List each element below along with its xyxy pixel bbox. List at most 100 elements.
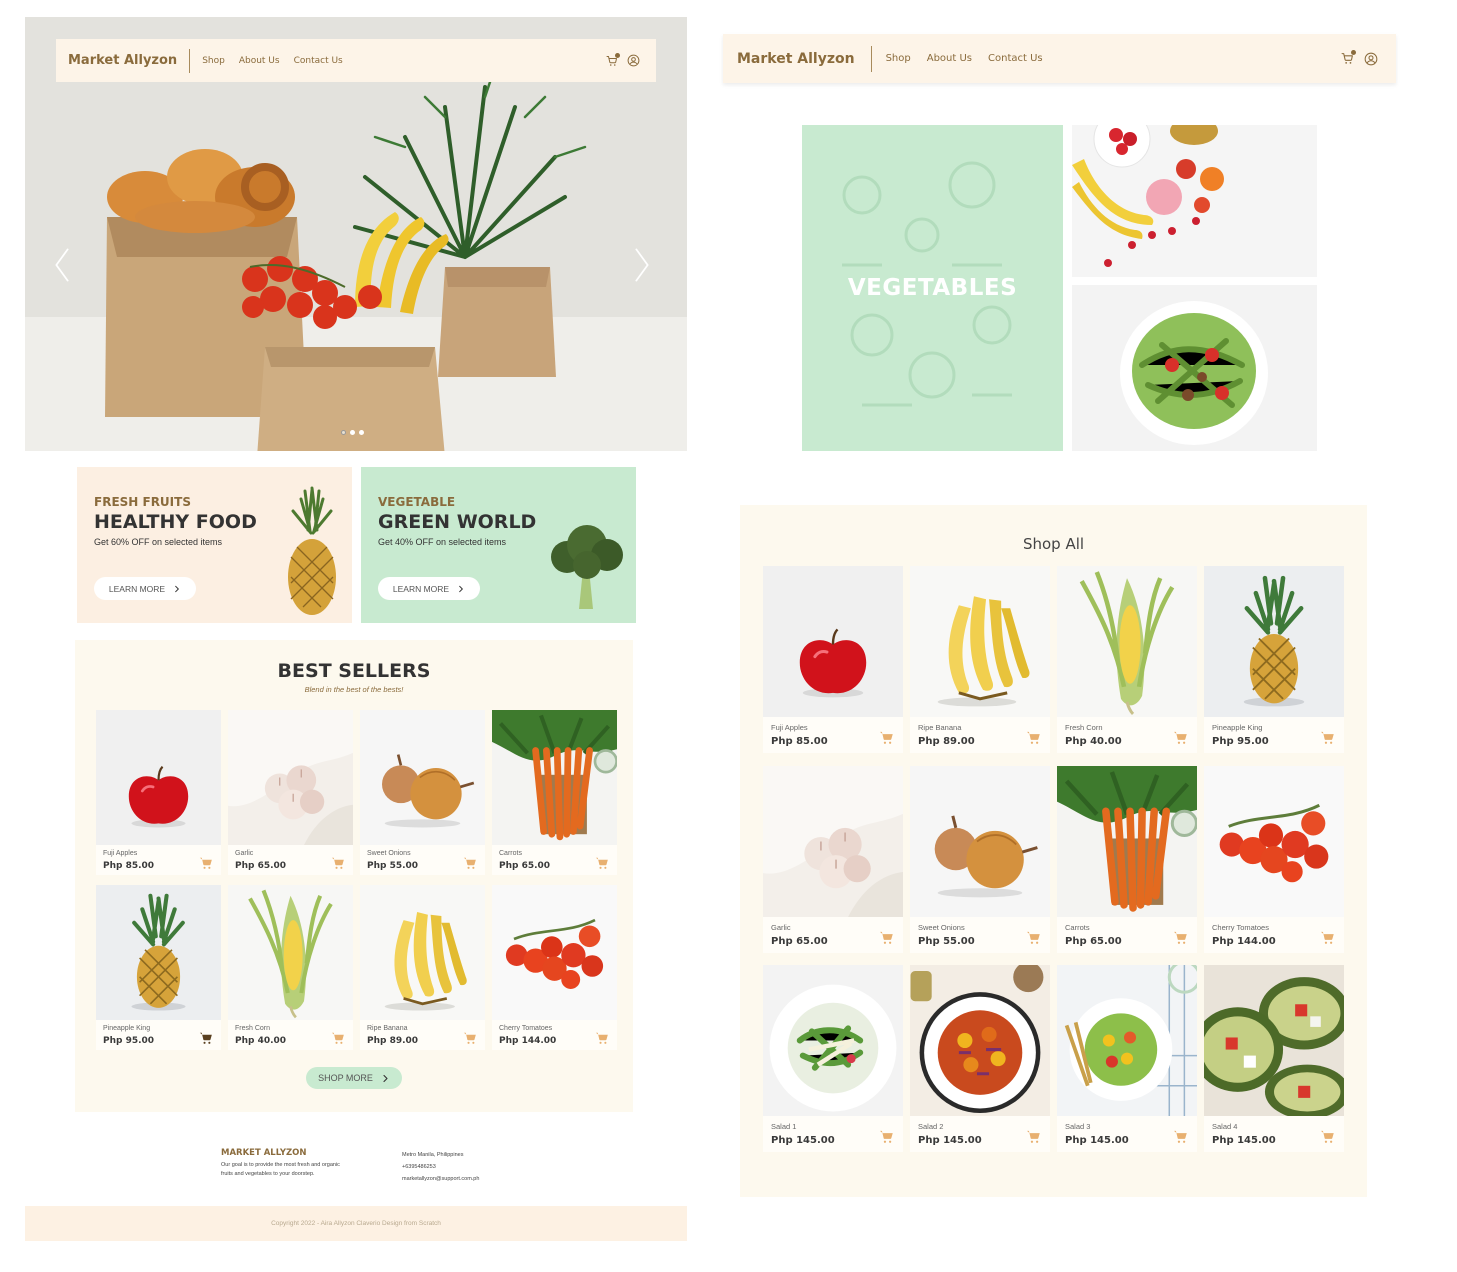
cart-badge: [615, 52, 620, 58]
product-name: Salad 3: [1065, 1122, 1091, 1131]
product-card[interactable]: Salad 3 Php 145.00: [1057, 965, 1197, 1152]
add-to-cart-button[interactable]: [199, 856, 213, 870]
product-name: Cherry Tomatoes: [499, 1025, 553, 1032]
product-image-carrots: [492, 710, 617, 845]
add-to-cart-button[interactable]: [1320, 1129, 1335, 1144]
product-card[interactable]: Ripe Banana Php 89.00: [360, 885, 485, 1050]
product-card[interactable]: Cherry Tomatoes Php 144.00: [492, 885, 617, 1050]
product-card[interactable]: Salad 2 Php 145.00: [910, 965, 1050, 1152]
product-image-apple: [96, 710, 221, 845]
nav-icons: [606, 52, 640, 67]
learn-more-button[interactable]: LEARN MORE: [94, 577, 196, 600]
product-price: Php 65.00: [771, 936, 828, 947]
product-name: Fuji Apples: [771, 723, 808, 732]
nav-link-contact[interactable]: Contact Us: [294, 56, 343, 66]
promo-subtitle: Get 40% OFF on selected items: [378, 537, 507, 547]
product-name: Carrots: [1065, 923, 1090, 932]
footer-email[interactable]: marketallyzon@support.com.ph: [402, 1176, 479, 1182]
product-name: Fresh Corn: [235, 1025, 271, 1032]
cart-icon: [879, 730, 894, 745]
footer-brand: MARKET ALLYZON: [221, 1148, 307, 1158]
product-card[interactable]: Pineapple King Php 95.00: [1204, 566, 1344, 753]
product-card[interactable]: Ripe Banana Php 89.00: [910, 566, 1050, 753]
product-card[interactable]: Fuji Apples Php 85.00: [96, 710, 221, 875]
product-card[interactable]: Sweet Onions Php 55.00: [910, 766, 1050, 953]
nav-link-about[interactable]: About Us: [239, 56, 280, 66]
product-image-salad-3: [1057, 965, 1197, 1116]
product-card[interactable]: Salad 1 Php 145.00: [763, 965, 903, 1152]
product-name: Ripe Banana: [918, 723, 962, 732]
user-circle-icon[interactable]: [1364, 52, 1378, 66]
carousel-next-button[interactable]: [633, 248, 651, 286]
hero-image: [25, 17, 687, 451]
product-price: Php 145.00: [771, 1135, 835, 1146]
add-to-cart-button[interactable]: [595, 856, 609, 870]
product-card[interactable]: Fresh Corn Php 40.00: [228, 885, 353, 1050]
add-to-cart-button[interactable]: [1320, 930, 1335, 945]
chevron-left-icon: [53, 248, 71, 282]
add-to-cart-button[interactable]: [879, 930, 894, 945]
cart-button[interactable]: [1341, 50, 1356, 65]
nav-link-shop[interactable]: Shop: [886, 53, 911, 64]
brand-logo[interactable]: Market Allyzon: [737, 51, 855, 67]
add-to-cart-button[interactable]: [1026, 1129, 1041, 1144]
add-to-cart-button[interactable]: [1320, 730, 1335, 745]
product-card[interactable]: Pineapple King Php 95.00: [96, 885, 221, 1050]
product-name: Carrots: [499, 850, 522, 857]
add-to-cart-button[interactable]: [879, 730, 894, 745]
footer-phone[interactable]: +6395486253: [402, 1164, 436, 1170]
cart-icon: [1320, 1129, 1335, 1144]
add-to-cart-button[interactable]: [1173, 930, 1188, 945]
product-card[interactable]: Fresh Corn Php 40.00: [1057, 566, 1197, 753]
carousel-dot-3[interactable]: [359, 430, 364, 435]
add-to-cart-button[interactable]: [1173, 730, 1188, 745]
carousel-dot-1[interactable]: [341, 430, 346, 435]
product-card[interactable]: Fuji Apples Php 85.00: [763, 566, 903, 753]
product-image-apple: [763, 566, 903, 717]
product-name: Pineapple King: [103, 1025, 151, 1032]
cart-icon: [1026, 1129, 1041, 1144]
product-price: Php 40.00: [1065, 736, 1122, 747]
carousel-prev-button[interactable]: [53, 248, 71, 286]
add-to-cart-button[interactable]: [1026, 930, 1041, 945]
product-card[interactable]: Carrots Php 65.00: [1057, 766, 1197, 953]
add-to-cart-button[interactable]: [331, 1031, 345, 1045]
product-name: Cherry Tomatoes: [1212, 923, 1269, 932]
cart-button[interactable]: [606, 52, 620, 67]
product-name: Pineapple King: [1212, 723, 1263, 732]
promo-headline: GREEN WORLD: [378, 511, 537, 533]
learn-more-button[interactable]: LEARN MORE: [378, 577, 480, 600]
add-to-cart-button[interactable]: [1173, 1129, 1188, 1144]
product-price: Php 89.00: [367, 1036, 419, 1046]
shop-more-button[interactable]: SHOP MORE: [306, 1067, 402, 1089]
add-to-cart-button[interactable]: [879, 1129, 894, 1144]
category-vegetables[interactable]: VEGETABLES: [802, 125, 1063, 451]
cart-icon: [463, 1031, 477, 1045]
product-card[interactable]: Cherry Tomatoes Php 144.00: [1204, 766, 1344, 953]
broccoli-image: [551, 525, 623, 609]
promo-headline: HEALTHY FOOD: [94, 511, 257, 533]
product-name: Ripe Banana: [367, 1025, 408, 1032]
nav-link-shop[interactable]: Shop: [202, 56, 225, 66]
product-name: Garlic: [771, 923, 791, 932]
product-price: Php 40.00: [235, 1036, 287, 1046]
nav-link-contact[interactable]: Contact Us: [988, 53, 1043, 64]
product-card[interactable]: Salad 4 Php 145.00: [1204, 965, 1344, 1152]
add-to-cart-button[interactable]: [199, 1031, 213, 1045]
section-subtitle: Blend in the best of the bests!: [304, 685, 404, 694]
add-to-cart-button[interactable]: [331, 856, 345, 870]
brand-logo[interactable]: Market Allyzon: [68, 53, 177, 68]
user-circle-icon[interactable]: [627, 54, 640, 67]
add-to-cart-button[interactable]: [463, 1031, 477, 1045]
add-to-cart-button[interactable]: [463, 856, 477, 870]
chevron-right-icon: [633, 248, 651, 282]
product-card[interactable]: Garlic Php 65.00: [763, 766, 903, 953]
carousel-dot-2[interactable]: [350, 430, 355, 435]
nav-link-about[interactable]: About Us: [927, 53, 972, 64]
product-card[interactable]: Sweet Onions Php 55.00: [360, 710, 485, 875]
product-card[interactable]: Carrots Php 65.00: [492, 710, 617, 875]
add-to-cart-button[interactable]: [595, 1031, 609, 1045]
product-card[interactable]: Garlic Php 65.00: [228, 710, 353, 875]
add-to-cart-button[interactable]: [1026, 730, 1041, 745]
cart-icon: [331, 1031, 345, 1045]
